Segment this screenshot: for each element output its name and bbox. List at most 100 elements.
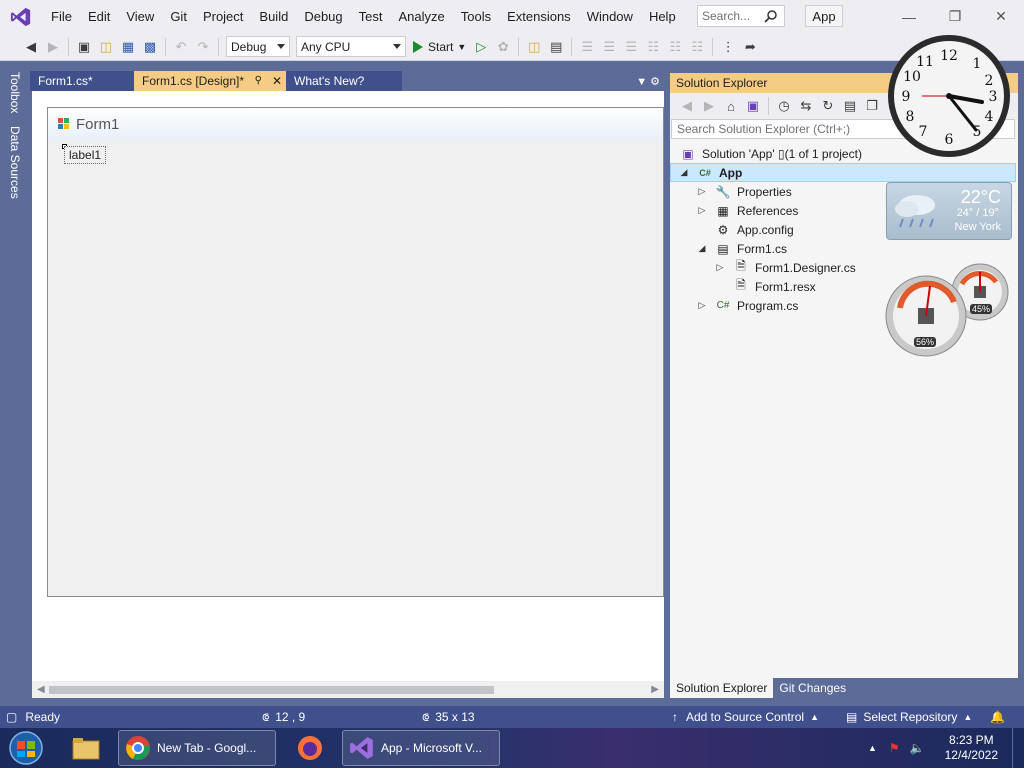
menu-window[interactable]: Window [579,0,641,33]
menu-extensions[interactable]: Extensions [499,0,579,33]
menu-debug[interactable]: Debug [296,0,350,33]
tree-form1-designer[interactable]: ▷ 🗎 Form1.Designer.cs [715,258,856,277]
home-icon[interactable]: ⌂ [722,95,740,117]
menu-project[interactable]: Project [195,0,251,33]
form1-window[interactable]: Form1 label1 [47,107,664,597]
expanded-icon[interactable]: ◢ [679,167,689,178]
form1-client-area[interactable]: label1 [54,141,663,590]
volume-icon[interactable]: 🔈 [910,741,925,755]
tree-project-app[interactable]: ◢ C# App [670,163,1016,182]
menu-build[interactable]: Build [251,0,296,33]
maximize-button[interactable]: ❐ [932,0,978,33]
data-sources-tab[interactable]: Data Sources [8,126,22,199]
svg-text:10: 10 [903,69,921,85]
switch-views-icon[interactable]: ▣ [744,95,762,117]
taskbar-chrome-button[interactable]: New Tab - Googl... [118,730,276,766]
minimize-button[interactable]: — [886,0,932,33]
align-bottoms-icon[interactable]: ☷ [688,36,706,58]
file-explorer-icon[interactable] [66,730,106,766]
align-tops-icon[interactable]: ☷ [644,36,662,58]
pin-icon[interactable]: ⚲ [255,71,262,91]
menu-edit[interactable]: Edit [80,0,118,33]
menu-help[interactable]: Help [641,0,684,33]
menu-git[interactable]: Git [162,0,195,33]
refresh-icon[interactable]: ↻ [819,95,837,117]
expanded-icon[interactable]: ◢ [697,243,707,254]
taskbar-clock[interactable]: 8:23 PM 12/4/2022 [945,733,998,763]
windows-start-icon[interactable] [6,730,46,766]
form-designer-surface[interactable]: Form1 label1 ◀ ▶ [32,91,664,698]
tab-git-changes[interactable]: Git Changes [773,678,852,698]
configuration-select[interactable]: Debug [226,36,290,57]
start-without-debugging-icon[interactable]: ▷ [472,36,490,58]
menu-tools[interactable]: Tools [453,0,499,33]
tab-whats-new[interactable]: What's New? [286,71,402,91]
tree-references[interactable]: ▷ ▦ References [697,201,799,220]
collapsed-icon[interactable]: ▷ [697,300,707,311]
select-repository-button[interactable]: ▤ Select Repository ▲ [846,706,972,728]
show-hidden-icons[interactable]: ▲ [868,743,877,753]
solution-name-badge[interactable]: App [805,5,843,27]
notifications-bell-icon[interactable]: 🔔 [990,706,1005,728]
tree-properties[interactable]: ▷ 🔧 Properties [697,182,792,201]
tree-form1-resx[interactable]: 🗎 Form1.resx [733,277,816,296]
align-rights-icon[interactable]: ☰ [622,36,640,58]
layout-icon[interactable]: ▤ [547,36,565,58]
collapsed-icon[interactable]: ▷ [697,205,707,216]
close-button[interactable]: ✕ [978,0,1024,33]
save-icon[interactable]: ▦ [119,36,137,58]
share-icon[interactable]: ➦ [741,36,759,58]
tab-solution-explorer[interactable]: Solution Explorer [670,678,774,698]
toolbar-overflow-icon[interactable]: ⋮ [719,36,737,58]
menu-file[interactable]: File [43,0,80,33]
show-all-files-icon[interactable]: ❐ [863,95,881,117]
taskbar-visual-studio-button[interactable]: App - Microsoft V... [342,730,500,766]
menu-view[interactable]: View [118,0,162,33]
forward-icon[interactable]: ▶ [700,95,718,117]
show-desktop-button[interactable] [1012,728,1024,768]
align-middles-icon[interactable]: ☷ [666,36,684,58]
cpu-meter-gadget[interactable]: 56% 45% [884,262,1014,358]
tree-program-cs[interactable]: ▷ C# Program.cs [697,296,799,315]
tab-form1-code[interactable]: Form1.cs* [30,71,134,91]
scroll-right-icon[interactable]: ▶ [651,684,659,695]
label1-control[interactable]: label1 [64,146,107,164]
open-folder-icon[interactable]: ◫ [97,36,115,58]
scrollbar-thumb[interactable] [49,686,494,694]
navigate-back-icon[interactable]: ◀ [22,36,40,58]
tab-form1-design[interactable]: Form1.cs [Design]* ⚲ ✕ [134,71,286,91]
add-to-source-control-button[interactable]: ↑ Add to Source Control ▲ [672,706,819,728]
sync-icon[interactable]: ⇆ [797,95,815,117]
new-project-icon[interactable]: ▣ [75,36,93,58]
clock-gadget[interactable]: 12 12 345 678 91011 [886,33,1012,159]
collapsed-icon[interactable]: ▷ [697,186,707,197]
start-debug-button[interactable]: Start ▼ [413,40,466,54]
pending-changes-filter-icon[interactable]: ◷ [775,95,793,117]
hot-reload-icon[interactable]: ✿ [494,36,512,58]
undo-icon[interactable]: ↶ [172,36,190,58]
horizontal-scrollbar[interactable]: ◀ ▶ [32,681,664,698]
collapse-all-icon[interactable]: ▤ [841,95,859,117]
platform-select[interactable]: Any CPU [296,36,406,57]
save-all-icon[interactable]: ▩ [141,36,159,58]
collapsed-icon[interactable]: ▷ [715,262,725,273]
action-center-flag-icon[interactable]: ⚑ [889,741,900,755]
align-centers-icon[interactable]: ☰ [600,36,618,58]
navigate-forward-icon[interactable]: ▶ [44,36,62,58]
tree-app-config[interactable]: ⚙ App.config [715,220,794,239]
align-lefts-icon[interactable]: ☰ [578,36,596,58]
tab-dropdown-icon[interactable]: ▼ ⚙ [636,75,660,88]
tree-solution[interactable]: ▣ Solution 'App' ▯(1 of 1 project) [680,144,862,163]
menu-test[interactable]: Test [351,0,391,33]
back-icon[interactable]: ◀ [678,95,696,117]
menu-analyze[interactable]: Analyze [390,0,452,33]
search-input[interactable]: Search... [697,5,785,27]
weather-gadget[interactable]: 22°C 24° / 19° New York [886,182,1012,240]
firefox-icon[interactable] [290,730,330,766]
close-icon[interactable]: ✕ [272,71,282,91]
redo-icon[interactable]: ↷ [194,36,212,58]
tree-form1-cs[interactable]: ◢ ▤ Form1.cs [697,239,787,258]
toolbox-tab[interactable]: Toolbox [8,72,22,113]
solution-folder-icon[interactable]: ◫ [525,36,543,58]
scroll-left-icon[interactable]: ◀ [37,684,45,695]
